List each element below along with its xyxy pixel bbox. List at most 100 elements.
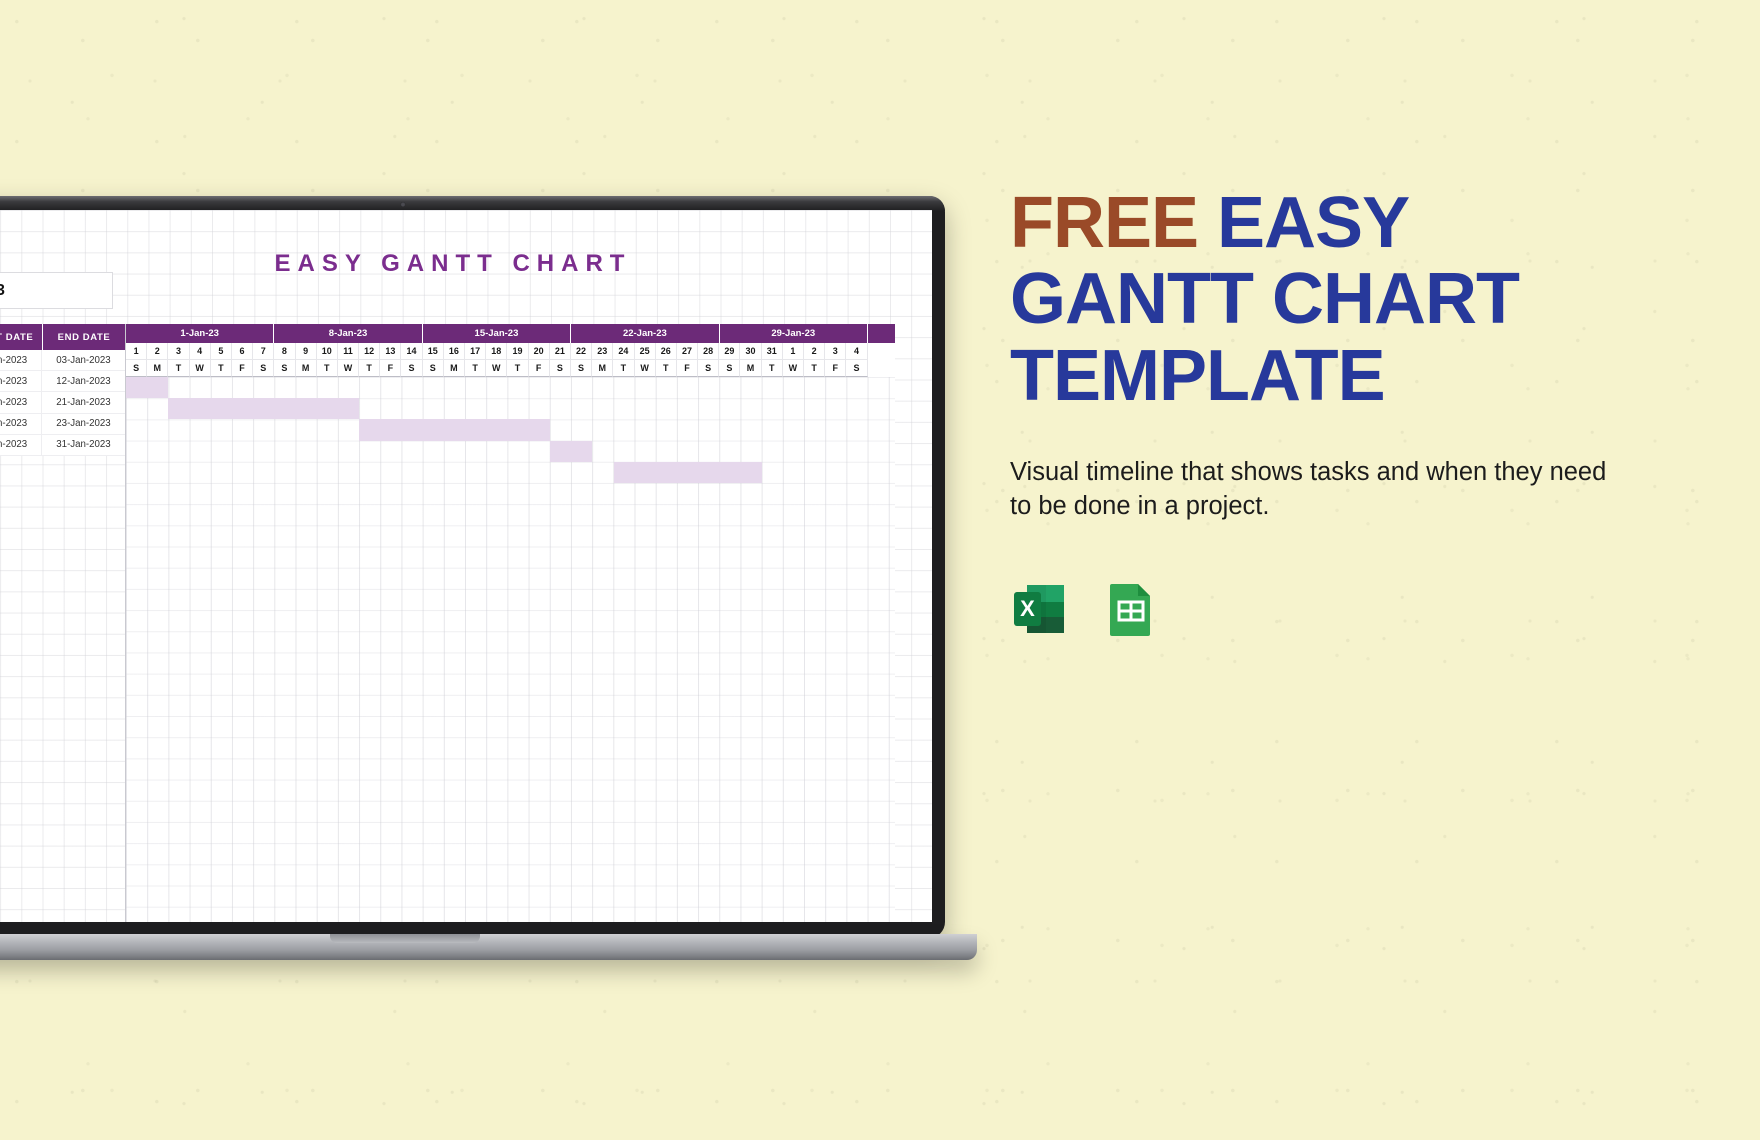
gantt-day-letter: F xyxy=(380,360,402,377)
laptop-screen-shell: EASY GANTT CHART START DATE: Sunday, Jan… xyxy=(0,196,945,938)
gantt-row xyxy=(126,631,895,652)
cell-start-date: 01-Jan-2023 xyxy=(0,350,42,371)
gantt-day-letter: F xyxy=(528,360,550,377)
gantt-bar[interactable] xyxy=(550,440,593,462)
gantt-day-number: 4 xyxy=(846,343,868,360)
webcam-icon xyxy=(400,202,405,207)
gantt-day-letter: S xyxy=(846,360,868,377)
gantt-row xyxy=(126,589,895,610)
gantt-row xyxy=(126,525,895,546)
cell-start-date: 03-Jan-2023 xyxy=(0,371,42,392)
gantt-day-letter: S xyxy=(698,360,720,377)
gantt-week-label: 22-Jan-23 xyxy=(571,324,720,343)
table-row[interactable]: 01-Jan-2023 03-Jan-2023 xyxy=(0,350,125,372)
gantt-chart: 1-Jan-23 8-Jan-23 15-Jan-23 22-Jan-23 29-Jan… xyxy=(125,324,895,922)
gantt-day-letter: M xyxy=(147,360,169,377)
gantt-row xyxy=(126,610,895,631)
gantt-row xyxy=(126,864,895,885)
gantt-day-letter: T xyxy=(465,360,487,377)
gantt-day-letter: M xyxy=(443,360,465,377)
gantt-day-number: 30 xyxy=(740,343,762,360)
promo-headline: FREE EASY GANTT CHART TEMPLATE xyxy=(1010,185,1710,414)
gantt-row xyxy=(126,716,895,737)
gantt-day-letter: T xyxy=(761,360,783,377)
gantt-row xyxy=(126,504,895,525)
gantt-row xyxy=(126,483,895,504)
task-table-body: 01-Jan-202303-Jan-202303-Jan-202312-Jan-… xyxy=(0,350,125,456)
gantt-day-letter: M xyxy=(740,360,762,377)
gantt-day-number: 6 xyxy=(231,343,254,360)
google-sheets-icon[interactable] xyxy=(1100,578,1162,640)
gantt-bar[interactable] xyxy=(126,377,169,399)
column-header-start-date: START DATE xyxy=(0,324,42,350)
table-row[interactable]: 21-Jan-2023 23-Jan-2023 xyxy=(0,413,125,435)
gantt-day-number: 31 xyxy=(761,343,783,360)
gantt-day-letter: W xyxy=(189,360,211,377)
gantt-row xyxy=(126,652,895,673)
gantt-bar[interactable] xyxy=(613,461,762,483)
laptop-mockup: EASY GANTT CHART START DATE: Sunday, Jan… xyxy=(0,196,977,960)
gantt-day-letter: S xyxy=(401,360,423,377)
gantt-day-letter: F xyxy=(825,360,847,377)
cell-end-date: 03-Jan-2023 xyxy=(56,354,111,366)
cell-end-date: 23-Jan-2023 xyxy=(56,418,111,430)
gantt-day-letter: W xyxy=(337,360,360,377)
cell-end-date: 12-Jan-2023 xyxy=(56,375,111,387)
gantt-day-letter: T xyxy=(359,360,381,377)
gantt-week-label: 8-Jan-23 xyxy=(274,324,423,343)
gantt-day-letter: T xyxy=(804,360,826,377)
gantt-day-number: 20 xyxy=(528,343,550,360)
promo-headline-line3: TEMPLATE xyxy=(1010,335,1386,416)
gantt-day-number: 3 xyxy=(825,343,847,360)
gantt-day-number: 22 xyxy=(570,343,593,360)
gantt-row xyxy=(126,758,895,779)
microsoft-excel-icon[interactable]: X xyxy=(1010,578,1072,640)
gantt-bar[interactable] xyxy=(168,398,360,420)
task-table: TASK START DATE END DATE 01-Jan-202303-J… xyxy=(0,324,125,456)
gantt-day-letter: F xyxy=(676,360,699,377)
promo-headline-line2: GANTT CHART xyxy=(1010,259,1520,340)
task-panel: START DATE: Sunday, January 1, 2023 TASK… xyxy=(0,210,125,922)
gantt-row xyxy=(126,674,895,695)
gantt-day-number: 4 xyxy=(189,343,211,360)
gantt-week-label: 29-Jan-23 xyxy=(720,324,868,343)
gantt-day-number: 26 xyxy=(655,343,677,360)
gantt-day-number: 27 xyxy=(676,343,699,360)
svg-text:X: X xyxy=(1020,596,1035,621)
cell-end-date: 21-Jan-2023 xyxy=(56,396,111,408)
gantt-row xyxy=(126,907,895,922)
task-table-header: TASK START DATE END DATE xyxy=(0,324,125,350)
gantt-row xyxy=(126,843,895,864)
gantt-day-number: 8 xyxy=(274,343,296,360)
column-header-end-date: END DATE xyxy=(42,324,125,350)
gantt-day-letter: S xyxy=(570,360,593,377)
gantt-day-letter: S xyxy=(422,360,444,377)
gantt-day-letter: T xyxy=(210,360,232,377)
gantt-row xyxy=(126,398,895,420)
table-row[interactable]: 24-Jan-2023 31-Jan-2023 xyxy=(0,434,125,456)
gantt-day-number: 25 xyxy=(634,343,656,360)
gantt-day-letter: S xyxy=(719,360,741,377)
cell-start-date: 21-Jan-2023 xyxy=(0,413,42,434)
gantt-day-number: 10 xyxy=(316,343,338,360)
spreadsheet-canvas: EASY GANTT CHART START DATE: Sunday, Jan… xyxy=(0,210,932,922)
gantt-bar[interactable] xyxy=(359,419,550,441)
start-date-value: Sunday, January 1, 2023 xyxy=(0,281,5,299)
gantt-day-letter: M xyxy=(592,360,614,377)
gantt-day-number: 18 xyxy=(486,343,508,360)
gantt-day-number: 15 xyxy=(422,343,444,360)
gantt-day-number: 1 xyxy=(126,343,148,360)
table-row[interactable]: 12-Jan-2023 21-Jan-2023 xyxy=(0,392,125,414)
start-date-field[interactable]: Sunday, January 1, 2023 xyxy=(0,272,113,309)
gantt-day-number: 9 xyxy=(295,343,317,360)
cell-end-date: 31-Jan-2023 xyxy=(56,439,111,451)
gantt-day-number: 12 xyxy=(359,343,381,360)
gantt-day-number: 5 xyxy=(210,343,232,360)
gantt-day-letter: W xyxy=(634,360,656,377)
promo-panel: FREE EASY GANTT CHART TEMPLATE Visual ti… xyxy=(1010,185,1710,640)
promo-headline-line1-rest: EASY xyxy=(1198,183,1410,263)
table-row[interactable]: 03-Jan-2023 12-Jan-2023 xyxy=(0,371,125,393)
gantt-day-number: 23 xyxy=(592,343,614,360)
gantt-day-number: 7 xyxy=(253,343,275,360)
gantt-day-letter: T xyxy=(507,360,529,377)
